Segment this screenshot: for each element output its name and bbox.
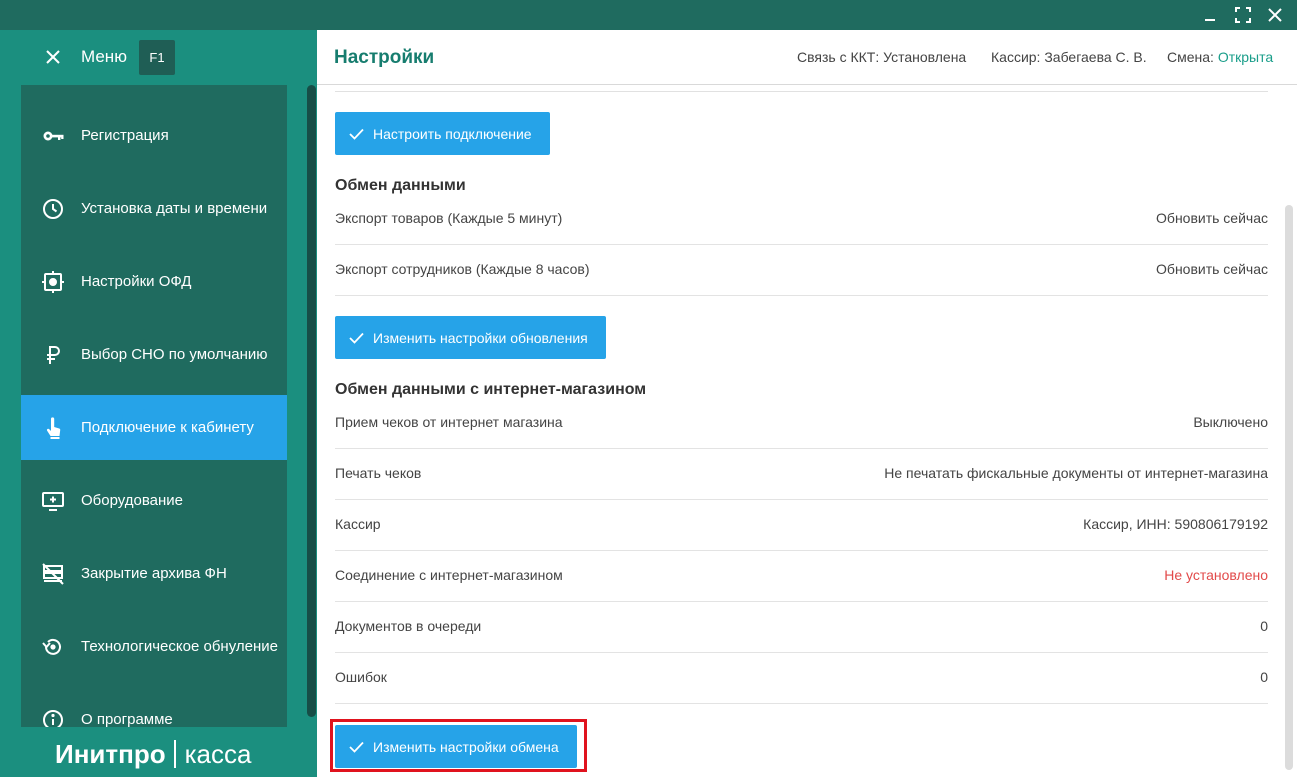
refresh-now-link[interactable]: Обновить сейчас [1156, 261, 1268, 277]
monitor-add-icon [41, 489, 65, 513]
sidebar-item-sno[interactable]: Выбор СНО по умолчанию [21, 322, 287, 387]
check-icon [349, 332, 364, 344]
minimize-icon[interactable] [1196, 0, 1224, 30]
sidebar-item-label: Подключение к кабинету [81, 419, 254, 436]
divider [335, 91, 1268, 92]
row-value: Выключено [1193, 414, 1268, 430]
touch-icon [41, 416, 65, 440]
row-label: Прием чеков от интернет магазина [335, 414, 563, 430]
sidebar-item-label: Настройки ОФД [81, 273, 192, 290]
info-icon [41, 708, 65, 727]
ofd-settings-icon [41, 270, 65, 294]
menu-header: Меню F1 [0, 30, 317, 85]
sidebar-item-equipment[interactable]: Оборудование [21, 468, 287, 533]
connection-status-value: Не установлено [1164, 567, 1268, 583]
button-label: Изменить настройки обновления [373, 329, 588, 346]
page-title: Настройки [334, 47, 435, 68]
button-label: Изменить настройки обмена [373, 738, 559, 755]
sidebar-item-ofd-settings[interactable]: Настройки ОФД [21, 249, 287, 314]
row-value: Кассир, ИНН: 590806179192 [1083, 516, 1268, 532]
close-menu-icon[interactable] [42, 46, 64, 68]
sidebar-item-cabinet-connection[interactable]: Подключение к кабинету [21, 395, 287, 460]
ruble-icon [41, 343, 65, 367]
sidebar-menu: Регистрация Установка даты и времени Нас… [21, 85, 287, 727]
row-value: Не печатать фискальные документы от инте… [884, 465, 1268, 481]
sidebar-item-label: Оборудование [81, 492, 184, 509]
button-label: Настроить подключение [373, 125, 532, 142]
sidebar-item-about[interactable]: О программе [21, 687, 287, 727]
table-row: Экспорт сотрудников (Каждые 8 часов) Обн… [335, 245, 1268, 296]
table-row: Кассир Кассир, ИНН: 590806179192 [335, 500, 1268, 551]
row-label: Ошибок [335, 669, 387, 685]
menu-title: Меню [81, 47, 127, 66]
online-store-exchange-title: Обмен данными с интернет-магазином [335, 381, 647, 398]
sidebar-scrollbar-thumb[interactable] [307, 85, 316, 717]
cashier-status: Кассир: Забегаева С. В. [991, 49, 1147, 65]
table-row: Печать чеков Не печатать фискальные доку… [335, 449, 1268, 500]
settings-panel: Настройки Связь с ККТ: Установлена Касси… [317, 30, 1297, 777]
table-row: Соединение с интернет-магазином Не устан… [335, 551, 1268, 602]
settings-scroll-area: Настроить подключение Обмен данными Эксп… [317, 86, 1297, 777]
sidebar-item-label: Установка даты и времени [81, 200, 268, 217]
check-icon [349, 741, 364, 753]
sidebar-item-tech-reset[interactable]: Технологическое обнуление [21, 614, 287, 679]
configure-connection-button[interactable]: Настроить подключение [335, 112, 550, 155]
row-label: Экспорт сотрудников (Каждые 8 часов) [335, 261, 590, 277]
row-label: Экспорт товаров (Каждые 5 минут) [335, 210, 563, 226]
brand-name: Инитпро [55, 738, 166, 769]
change-update-settings-button[interactable]: Изменить настройки обновления [335, 316, 606, 359]
menu-shortcut-badge: F1 [139, 40, 175, 75]
sidebar-item-label: Технологическое обнуление [81, 638, 278, 655]
clock-icon [41, 197, 65, 221]
row-value: 0 [1260, 669, 1268, 685]
brand-separator [173, 740, 176, 768]
shift-status: Смена: Открыта [1167, 49, 1273, 65]
data-exchange-title: Обмен данными [335, 177, 466, 194]
archive-close-icon [41, 562, 65, 586]
shift-value: Открыта [1217, 49, 1274, 65]
row-label: Кассир [335, 516, 381, 532]
row-label: Документов в очереди [335, 618, 482, 634]
sidebar-item-label: Регистрация [81, 127, 169, 144]
row-label: Печать чеков [335, 465, 422, 481]
shift-label: Смена: [1167, 49, 1218, 65]
sidebar-item-label: Выбор СНО по умолчанию [81, 346, 268, 363]
change-exchange-settings-button[interactable]: Изменить настройки обмена [335, 725, 577, 768]
sidebar-item-registration[interactable]: Регистрация [21, 103, 287, 168]
content-header: Настройки Связь с ККТ: Установлена Касси… [317, 30, 1297, 85]
reset-icon [41, 635, 65, 659]
sidebar-item-archive-close[interactable]: Закрытие архива ФН [21, 541, 287, 606]
main-scrollbar-thumb[interactable] [1285, 205, 1293, 770]
table-row: Ошибок 0 [335, 653, 1268, 704]
row-value: 0 [1260, 618, 1268, 634]
close-icon[interactable] [1261, 0, 1289, 30]
table-row: Прием чеков от интернет магазина Выключе… [335, 398, 1268, 449]
kkt-connection-status: Связь с ККТ: Установлена [797, 49, 967, 65]
refresh-now-link[interactable]: Обновить сейчас [1156, 210, 1268, 226]
table-row: Экспорт товаров (Каждые 5 минут) Обновит… [335, 194, 1268, 245]
key-icon [41, 124, 65, 148]
table-row: Документов в очереди 0 [335, 602, 1268, 653]
maximize-icon[interactable] [1229, 0, 1257, 30]
row-label: Соединение с интернет-магазином [335, 567, 563, 583]
check-icon [349, 128, 364, 140]
sidebar-item-label: Закрытие архива ФН [81, 565, 227, 582]
sidebar-item-label: О программе [81, 711, 173, 727]
window-titlebar [0, 0, 1297, 30]
brand-logo: Инитпро касса [55, 734, 251, 774]
brand-product: касса [184, 738, 252, 769]
sidebar-item-date-time[interactable]: Установка даты и времени [21, 176, 287, 241]
